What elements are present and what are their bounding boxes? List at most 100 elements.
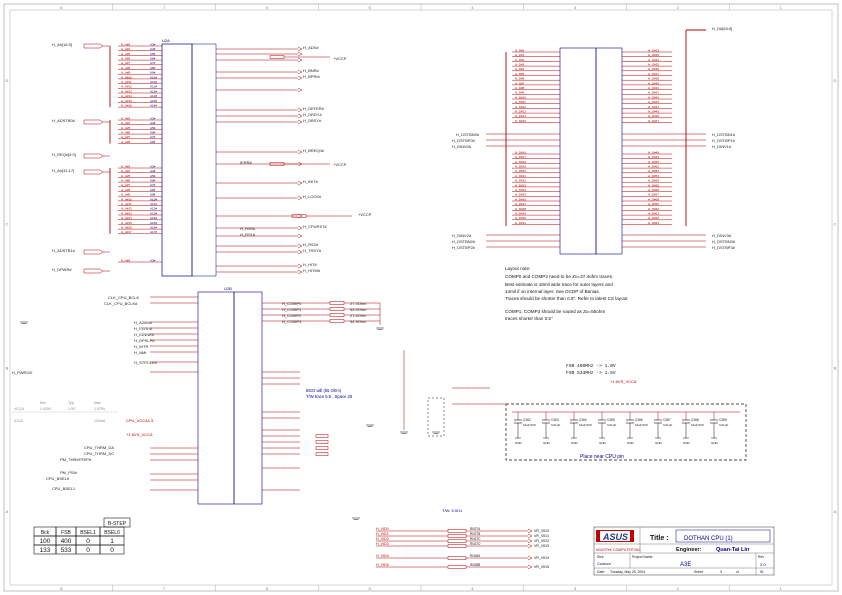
u2a-bus-label: H_A#15 (121, 99, 132, 103)
cap-ref: C362 (523, 418, 531, 422)
u2a-pin-label: A14# (150, 216, 157, 220)
u2c-bus-label: H_D#40 (648, 86, 659, 90)
u2c-right2-net-2: H_DSTBP3# (712, 245, 736, 250)
u2c-bus-label: H_D#34 (648, 58, 659, 62)
resistor (329, 307, 345, 311)
u2a-bus-label: H_A#7 (121, 135, 131, 139)
u2a-pin-label: A11# (150, 80, 157, 84)
u2c-left2-net-2: H_DSTBP2# (452, 245, 476, 250)
resistor (329, 319, 345, 323)
gnd-label: GND (515, 441, 523, 445)
bsel-cell-text: FSB (61, 530, 71, 536)
u2c-bus-label: H_D#57 (648, 193, 659, 197)
vr-net-label: VR_VID3 (534, 544, 549, 548)
u2a-adstb1-net: H_ADSTB1# (52, 248, 76, 253)
gnd-label: GND (711, 441, 719, 445)
u2c-bus-label: H_D#54 (648, 179, 659, 183)
u2a-pin-label: A6# (150, 179, 156, 183)
bsel-cell-text: 400 (61, 538, 72, 545)
u2c-bus-label: H_D#49 (648, 155, 659, 159)
u2c-bus-label: H_D#5 (515, 72, 525, 76)
u2c-bus-label: H_D#13 (515, 110, 526, 114)
net-port-arrow (527, 555, 533, 561)
bsel-cell-text: Bck (41, 530, 50, 536)
u2b-comp3: H_COMP3 (282, 319, 302, 324)
u2c-bus-label: H_D#12 (515, 105, 526, 109)
layout-note-line-3: Traces should be shorter than 0.5". Refe… (505, 296, 628, 301)
u2b-pm-psi: PM_PSI# (60, 470, 78, 475)
date-value: Tuesday, May 25, 2004 (610, 570, 645, 574)
frame-row-letter-left: B (6, 365, 9, 370)
u2a-bpri: H_BPRI# (303, 74, 320, 79)
cap-value: 10uF/10V (579, 423, 592, 427)
u2a-vccp-3: +VCCP (358, 212, 372, 217)
u2a-bus-label: H_A#3 (121, 116, 131, 120)
layout-note-line-2: 14mil if on internal layer. See DCDP of … (505, 289, 600, 294)
cap-ref: C368 (691, 418, 699, 422)
u2c-bus-label: H_D#33 (648, 53, 659, 57)
net-port-arrow (297, 107, 303, 113)
u2a-bus-label: H_A#10 (121, 75, 132, 79)
u2b-note1: BGO will (55 Ohm) (306, 388, 342, 393)
cap-area-caption: Place near CPU pin (580, 454, 624, 460)
u2a-bus-label: H_A#3 (121, 164, 131, 168)
net-port-arrow (297, 243, 303, 249)
net-port-arrow (527, 543, 533, 549)
cap-ref: C364 (579, 418, 587, 422)
u2a-bnr: H_BNR# (303, 68, 320, 73)
cap-value: 10uF/10V (635, 423, 648, 427)
fsb-note-1: FSB 533MHz -> 1.5V (566, 370, 616, 376)
u2b-stpclk: H_STPCLK# (134, 360, 158, 365)
u2a-bus-label: H_A#7 (121, 61, 131, 65)
vcc-table: Min Typ Max VCCA 1.425V 1.5V 1.575V ICCA 120mA (12, 401, 118, 423)
u2b-pwrgd: H_PWRGD (12, 370, 33, 375)
vr-net-label: VR_VID4 (534, 556, 549, 560)
title-label: Title : (650, 535, 669, 542)
u2c-block: H_D#[63:0] H_D#0H_D#1H_D#2H_D#3H_D#4H_D#… (452, 26, 736, 255)
u2a-ierr: IERR# (240, 160, 253, 165)
vccq-label: +1.5VS_VCCA (126, 432, 153, 437)
frame-col-number-bottom: 7 (163, 586, 166, 591)
u2a-pin-label: A15# (150, 221, 157, 225)
vcc-table-cell: 120mA (94, 419, 106, 423)
u2a-a2-net: H_A#[31:17] (52, 168, 74, 173)
u2a-bus-label: H_A#8 (121, 188, 131, 192)
u2b-ignne: H_IGNNE# (134, 332, 155, 337)
u2a-pin-label: A10# (150, 75, 157, 79)
u2b-res2: 54.9Ohm (350, 307, 367, 312)
frame-col-number-bottom: 6 (266, 586, 269, 591)
u2a-pin-label: A16# (150, 104, 157, 108)
u2a-bus-label: H_A#16 (121, 104, 132, 108)
asus-logo: ASUS (596, 530, 634, 542)
resistor-ref: RN28A (470, 554, 481, 558)
vid-net-label: H_VID1 (376, 532, 389, 536)
cap-net-label: +1.5VS_VCCA (610, 379, 637, 384)
u2a-pin-label: A11# (150, 202, 157, 206)
bsel-cell-text: 133 (40, 547, 51, 554)
u2a-bus-label: H_A#6 (121, 57, 131, 61)
u2c-bus-label: H_D#36 (648, 67, 659, 71)
cap-ref: C367 (663, 418, 671, 422)
u2a-rs0: H_RS0# (240, 226, 256, 231)
u2a-bus-label: H_A#8 (121, 66, 131, 70)
rev-value: 2.0 (760, 562, 766, 567)
u2a-bus-label: H_A#4 (121, 169, 131, 173)
u2c-bus-label: H_D#62 (648, 216, 659, 220)
gnd-label: GND (683, 441, 691, 445)
u2c-left-net-1: H_DSTBP0# (452, 138, 476, 143)
gnd-label: GND (543, 441, 551, 445)
u2a-hit: H_HIT# (303, 262, 318, 267)
u2c-bus-label: H_D#41 (648, 91, 659, 95)
u2a-vccp-2: +VCCP (333, 162, 347, 167)
u2a-pin-label: A7# (150, 183, 156, 187)
u2c-bus-label: H_D#14 (515, 114, 526, 118)
frame-row-letter-right: B (834, 365, 837, 370)
net-port-arrow (297, 195, 303, 201)
u2a-a-net: H_A#[16:3] (52, 42, 72, 47)
frame-col-number-bottom: 4 (471, 586, 474, 591)
u2b-a20m: H_A20M# (134, 320, 153, 325)
frame-col-number-top: 2 (677, 5, 680, 10)
u2a-bus-label: H_A#9 (121, 193, 131, 197)
u2a-pin-label: A14# (150, 94, 157, 98)
u2a-init: H_INIT# (303, 179, 319, 184)
